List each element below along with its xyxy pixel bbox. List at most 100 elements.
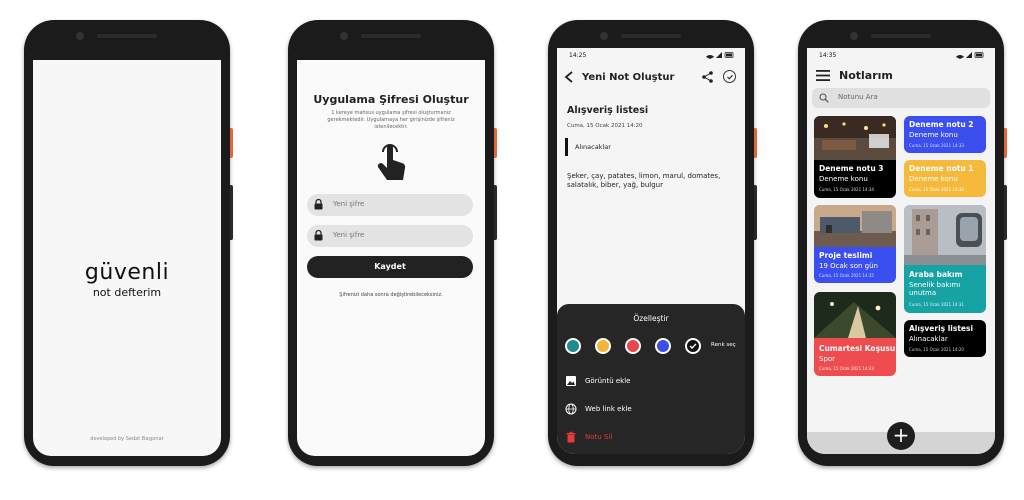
note-subtitle: Deneme konu: [909, 131, 958, 139]
note-date: Cuma, 15 Ocak 2021 14:35: [819, 273, 874, 278]
volume-button: [230, 185, 233, 240]
note-title[interactable]: Alışveriş listesi: [567, 105, 648, 116]
note-card[interactable]: Araba bakım Senelik bakımı unutma Cuma, …: [904, 205, 986, 313]
color-swatch-red[interactable]: [625, 338, 641, 354]
status-time: 14:35: [819, 52, 837, 59]
note-image: [904, 205, 986, 265]
touch-hand-icon: [377, 144, 406, 180]
sheet-title: Özelleştir: [633, 314, 669, 323]
note-subtitle: Alınacaklar: [909, 335, 948, 343]
globe-icon: [565, 403, 577, 415]
note-title: Deneme notu 1: [909, 164, 974, 173]
check-icon: [689, 343, 697, 349]
note-card[interactable]: Proje teslimi 19 Ocak son gün Cuma, 15 O…: [814, 205, 896, 283]
front-camera: [850, 32, 858, 40]
note-image: [814, 116, 896, 160]
color-swatch-teal[interactable]: [565, 338, 581, 354]
add-image-item[interactable]: Görüntü ekle: [565, 374, 735, 388]
status-icons: [706, 52, 734, 59]
note-title: Alışveriş listesi: [909, 324, 974, 333]
note-subtitle: Deneme konu: [909, 175, 958, 183]
note-date: Cuma, 15 Ocak 2021 14:20: [909, 347, 964, 352]
note-subtitle: Spor: [819, 355, 836, 363]
customize-sheet: Özelleştir Renk seç Görüntü ekle Web lin…: [557, 304, 745, 454]
password-placeholder: Yeni şifre: [333, 200, 365, 208]
save-check-icon[interactable]: [723, 70, 736, 83]
notes-list-screen: 14:35 Notlarım Notunu Ara Deneme notu 3 …: [807, 48, 995, 454]
power-button: [1004, 128, 1007, 158]
status-time: 14:25: [569, 52, 587, 59]
page-title: Uygulama Şifresi Oluştur: [313, 93, 469, 106]
password-placeholder: Yeni şifre: [333, 231, 365, 239]
delete-note-label: Notu Sil: [585, 433, 613, 441]
front-camera: [76, 32, 84, 40]
menu-icon[interactable]: [816, 70, 830, 81]
power-button: [754, 128, 757, 158]
add-link-item[interactable]: Web link ekle: [565, 402, 735, 416]
note-date: Cuma, 15 Ocak 2021 14:33: [909, 143, 964, 148]
speaker: [361, 34, 421, 38]
status-icons: [956, 52, 984, 59]
power-button: [494, 128, 497, 158]
note-title: Deneme notu 3: [819, 164, 884, 173]
note-card[interactable]: Alışveriş listesi Alınacaklar Cuma, 15 O…: [904, 320, 986, 357]
new-note-screen: 14:25 Yeni Not Oluştur Alışveriş listesi…: [557, 48, 745, 454]
add-note-button[interactable]: +: [887, 422, 915, 450]
note-title: Proje teslimi: [819, 251, 873, 260]
color-swatch-black-selected[interactable]: [685, 338, 701, 354]
page-description: 1 kereye mahsus uygulama şifresi oluştur…: [327, 110, 455, 130]
top-bar: Yeni Not Oluştur: [557, 62, 745, 92]
search-icon: [819, 93, 829, 103]
note-date: Cuma, 15 Ocak 2021 14:23: [819, 366, 874, 371]
back-arrow-icon[interactable]: [564, 71, 574, 83]
note-date: Cuma, 15 Ocak 2021 14:20: [567, 123, 643, 129]
note-subtitle[interactable]: Alınacaklar: [565, 138, 611, 156]
confirm-password-input[interactable]: Yeni şifre: [307, 225, 473, 247]
phone-splash: güvenli not defterim developed by Sedat …: [24, 20, 233, 466]
save-button[interactable]: Kaydet: [307, 256, 473, 278]
note-body[interactable]: Şeker, çay, patates, limon, marul, domat…: [567, 172, 732, 190]
lock-icon: [314, 230, 323, 241]
status-bar: 14:25: [557, 48, 745, 62]
note-title: Araba bakım: [909, 270, 963, 279]
share-icon[interactable]: [702, 71, 713, 83]
note-subtitle: Deneme konu: [819, 175, 868, 183]
color-label: Renk seç: [711, 342, 736, 348]
note-date: Cuma, 15 Ocak 2021 14:31: [909, 302, 964, 307]
password-screen: Uygulama Şifresi Oluştur 1 kereye mahsus…: [297, 60, 485, 456]
note-card[interactable]: Deneme notu 2 Deneme konu Cuma, 15 Ocak …: [904, 116, 986, 153]
footer-note: Şifrenizi daha sonra değiştirebileceksin…: [339, 292, 443, 298]
note-image: [814, 292, 896, 338]
note-subtitle: Senelik bakımı unutma: [909, 281, 961, 297]
front-camera: [600, 32, 608, 40]
lock-icon: [314, 199, 323, 210]
logo-subtext: not defterim: [92, 286, 162, 299]
color-swatch-yellow[interactable]: [595, 338, 611, 354]
note-card[interactable]: Deneme notu 3 Deneme konu Cuma, 15 Ocak …: [814, 116, 896, 198]
developer-credit: developed by Sedat Başpınar: [90, 436, 164, 442]
note-title: Cumartesi Koşusu: [819, 344, 896, 353]
note-image: [814, 205, 896, 247]
speaker: [621, 34, 681, 38]
note-subtitle: 19 Ocak son gün: [819, 262, 878, 270]
power-button: [230, 128, 233, 158]
front-camera: [340, 32, 348, 40]
volume-button: [754, 185, 757, 240]
volume-button: [1004, 185, 1007, 240]
phone-notes-list: 14:35 Notlarım Notunu Ara Deneme notu 3 …: [798, 20, 1007, 466]
search-input[interactable]: Notunu Ara: [812, 88, 990, 108]
note-card[interactable]: Deneme notu 1 Deneme konu Cuma, 15 Ocak …: [904, 160, 986, 197]
page-title: Notlarım: [839, 69, 893, 82]
header-title: Yeni Not Oluştur: [582, 72, 675, 83]
phone-new-note: 14:25 Yeni Not Oluştur Alışveriş listesi…: [548, 20, 757, 466]
speaker: [97, 34, 157, 38]
volume-button: [494, 185, 497, 240]
note-card[interactable]: Cumartesi Koşusu Spor Cuma, 15 Ocak 2021…: [814, 292, 896, 376]
add-image-label: Görüntü ekle: [585, 377, 631, 385]
note-date: Cuma, 15 Ocak 2021 14:34: [819, 187, 874, 192]
trash-icon: [566, 431, 576, 443]
color-swatch-blue[interactable]: [655, 338, 671, 354]
new-password-input[interactable]: Yeni şifre: [307, 194, 473, 216]
note-title: Deneme notu 2: [909, 120, 974, 129]
delete-note-item[interactable]: Notu Sil: [565, 430, 735, 444]
